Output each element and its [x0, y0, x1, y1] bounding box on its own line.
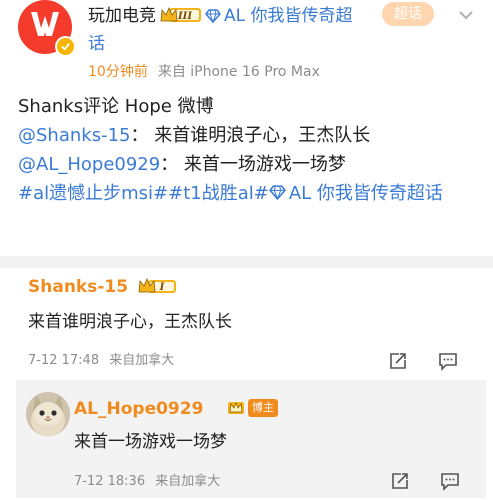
level-badge-icon: I [138, 277, 176, 293]
comment-time: 7-12 17:48 [28, 353, 100, 368]
share-icon[interactable] [390, 471, 410, 491]
reply-location: 来自加拿大 [155, 474, 221, 489]
comment-icon[interactable] [440, 471, 460, 491]
level-badge-text: I [159, 282, 165, 293]
post-body-line: @Shanks-15： 来首谁明浪子心，王杰队长 [18, 121, 478, 150]
comment-icon[interactable] [438, 351, 458, 371]
reply-author-avatar[interactable] [26, 392, 70, 436]
comment-location: 来自加拿大 [109, 353, 175, 368]
hashtag-links[interactable]: #al遗憾止步msi##t1战胜al# [18, 183, 269, 204]
reply-block: AL_Hope0929 博主 来首一场游戏一场梦 7-12 18:36 来自加拿… [16, 380, 486, 498]
chevron-down-icon[interactable] [457, 6, 475, 24]
mention-link[interactable]: @AL_Hope0929 [18, 154, 160, 175]
post-author-line: 玩加电竞 III AL 你我皆传奇超话 [88, 2, 418, 58]
post-body-line: @AL_Hope0929： 来首一场游戏一场梦 [18, 150, 478, 179]
post-body: Shanks评论 Hope 微博 @Shanks-15： 来首谁明浪子心，王杰队… [18, 92, 478, 208]
comment-meta: 7-12 17:48 来自加拿大 [28, 352, 174, 370]
post-author-name[interactable]: 玩加电竞 [88, 6, 156, 26]
supertopic-button[interactable]: 超话 [382, 2, 434, 26]
post-body-line: #al遗憾止步msi##t1战胜al# AL 你我皆传奇超话 [18, 179, 478, 208]
post-meta: 10分钟前 来自 iPhone 16 Pro Max [88, 62, 320, 82]
quote-text: ： 来首一场游戏一场梦 [160, 154, 346, 175]
mention-link[interactable]: @Shanks-15 [18, 125, 130, 146]
post-source: 来自 iPhone 16 Pro Max [157, 64, 320, 80]
level-badge-icon: III [160, 6, 201, 22]
comment-author[interactable]: Shanks-15 [28, 276, 128, 298]
diamond-icon [205, 9, 221, 23]
topic-link[interactable]: AL 你我皆传奇超话 [289, 183, 443, 204]
author-avatar[interactable] [18, 0, 76, 57]
topic-link-prefix: AL 你我皆传奇超 [224, 6, 353, 26]
section-divider [0, 256, 493, 268]
topic-link-suffix: 话 [88, 34, 105, 54]
post-body-line: Shanks评论 Hope 微博 [18, 96, 214, 117]
verified-badge-icon [55, 36, 76, 57]
crown-icon [228, 401, 244, 414]
host-badge: 博主 [248, 399, 278, 417]
reply-text: 来首一场游戏一场梦 [74, 432, 227, 452]
post-time: 10分钟前 [88, 64, 148, 80]
level-badge-text: III [177, 11, 192, 22]
comment-text: 来首谁明浪子心，王杰队长 [28, 312, 232, 332]
share-icon[interactable] [388, 351, 408, 371]
reply-author[interactable]: AL_Hope0929 [74, 398, 203, 420]
diamond-icon [268, 185, 286, 200]
reply-meta: 7-12 18:36 来自加拿大 [74, 473, 220, 491]
quote-text: ： 来首谁明浪子心，王杰队长 [130, 125, 371, 146]
reply-time: 7-12 18:36 [74, 474, 146, 489]
cat-avatar-icon [26, 392, 70, 436]
wanjia-logo-icon [31, 12, 59, 36]
